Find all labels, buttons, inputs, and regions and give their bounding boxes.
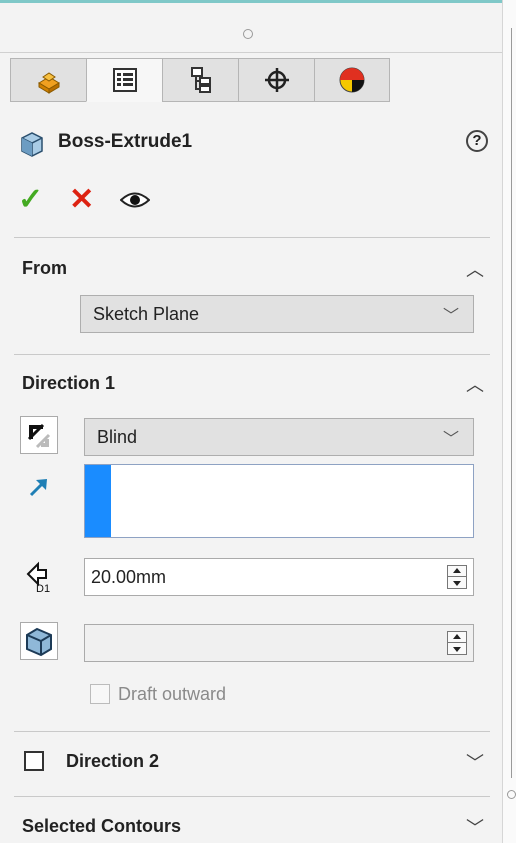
from-select[interactable]: Sketch Plane ﹀ xyxy=(80,295,474,333)
action-buttons: ✓ ✕ xyxy=(18,180,151,220)
right-scroll-strip xyxy=(502,0,516,843)
help-icon[interactable]: ? xyxy=(466,130,488,152)
dimxpert-manager-icon xyxy=(264,68,289,92)
divider xyxy=(14,354,490,355)
draft-toggle-button[interactable] xyxy=(20,622,58,660)
chevron-down-icon: ﹀ xyxy=(442,308,459,325)
reverse-direction-icon xyxy=(27,423,51,449)
page-title: Boss-Extrude1 xyxy=(58,131,193,152)
chevron-down-icon: ﹀ xyxy=(442,431,459,448)
from-select-value: Sketch Plane xyxy=(93,303,200,324)
panel-grip-icon[interactable] xyxy=(243,29,253,39)
from-section-title[interactable]: From xyxy=(22,258,67,279)
end-condition-value: Blind xyxy=(97,426,138,447)
ok-checkmark-icon[interactable]: ✓ xyxy=(18,185,43,215)
draft-angle-input[interactable] xyxy=(84,624,474,662)
panel-grip-row[interactable] xyxy=(0,14,502,53)
tab-dimxpert-manager[interactable] xyxy=(238,58,314,102)
end-condition-select[interactable]: Blind ﹀ xyxy=(84,418,474,456)
tab-property-manager[interactable] xyxy=(86,58,162,102)
draft-outward-label: Draft outward xyxy=(118,684,227,704)
display-manager-icon xyxy=(339,67,365,93)
tab-display-manager[interactable] xyxy=(314,58,390,102)
preview-eye-icon[interactable] xyxy=(120,190,151,210)
configuration-manager-icon xyxy=(190,67,211,93)
manager-tabs xyxy=(10,58,390,104)
chevron-down-icon[interactable]: ﹀ xyxy=(466,814,484,840)
direction-vector-icon xyxy=(29,479,47,497)
active-selection-indicator xyxy=(85,465,111,537)
direction1-section-title[interactable]: Direction 1 xyxy=(22,373,115,394)
selected-contours-section-title[interactable]: Selected Contours xyxy=(22,816,181,837)
extrude-feature-icon xyxy=(21,132,43,157)
reverse-direction-button[interactable] xyxy=(20,416,58,454)
cancel-x-icon[interactable]: ✕ xyxy=(69,185,94,215)
depth-spinner[interactable] xyxy=(447,565,467,589)
draft-angle-spinner[interactable] xyxy=(447,631,467,655)
direction-reference-listbox[interactable] xyxy=(84,464,474,538)
depth-input[interactable]: 20.00mm xyxy=(84,558,474,596)
draft-icon xyxy=(26,627,52,657)
resize-handle-icon[interactable] xyxy=(507,790,516,799)
chevron-up-icon[interactable]: ︿ xyxy=(466,371,484,397)
feature-manager-icon xyxy=(37,72,60,94)
chevron-down-icon[interactable]: ﹀ xyxy=(466,749,484,775)
divider xyxy=(14,796,490,797)
property-manager-panel: Boss-Extrude1 ? ✓ ✕ From ︿ Sketch Plane … xyxy=(0,0,502,843)
depth-value: 20.00mm xyxy=(91,566,167,587)
direction2-section-title[interactable]: Direction 2 xyxy=(66,751,159,772)
chevron-up-icon[interactable]: ︿ xyxy=(466,256,484,282)
divider xyxy=(14,731,490,732)
top-edge xyxy=(0,0,502,14)
direction2-checkbox[interactable] xyxy=(24,751,44,771)
depth-dimension-icon: D1 xyxy=(26,561,50,594)
tab-feature-manager[interactable] xyxy=(10,58,86,102)
divider xyxy=(14,237,490,238)
tab-configuration-manager[interactable] xyxy=(162,58,238,102)
property-manager-icon xyxy=(112,68,137,92)
svg-text:D1: D1 xyxy=(36,583,50,594)
draft-outward-checkbox[interactable] xyxy=(90,684,110,704)
feature-title-row: Boss-Extrude1 ? xyxy=(18,124,488,164)
